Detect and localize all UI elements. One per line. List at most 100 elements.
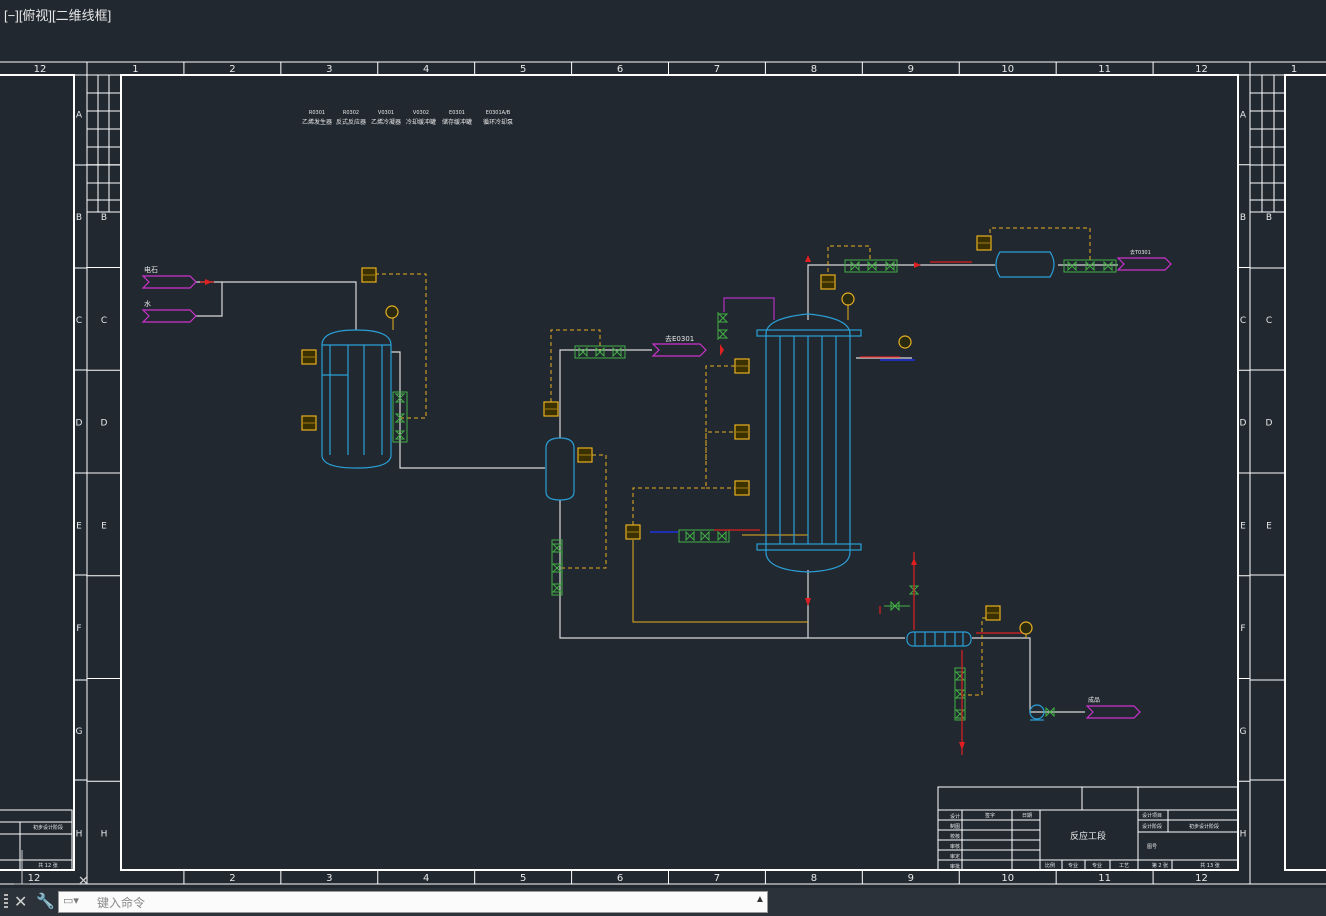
left-sheet-row-letter: C — [101, 316, 107, 326]
stream-label-product: 成品 — [1088, 696, 1100, 704]
column-number-bottom: 4 — [423, 873, 429, 884]
control-valve — [1067, 260, 1077, 272]
tb-col-head-date: 日期 — [1022, 813, 1032, 819]
equipment-tag: R0302 — [343, 110, 359, 116]
column-number-bottom: 8 — [811, 873, 817, 884]
tb-total-info: 共 13 张 — [1200, 862, 1220, 869]
row-letter-left: F — [76, 624, 81, 634]
row-letter-right: A — [1240, 110, 1247, 120]
column-number: 4 — [423, 64, 429, 75]
tb-drawing-no: 图号 — [1147, 844, 1157, 850]
column-number: 7 — [714, 64, 720, 75]
utility-lines-red — [200, 261, 1022, 755]
drum-v0302[interactable] — [995, 251, 1055, 278]
control-valve — [685, 530, 695, 542]
title-block-row-label: 审定 — [950, 853, 960, 860]
column-number-bottom: 7 — [714, 873, 720, 884]
control-valve — [954, 689, 966, 699]
title-block-row-label: 制图 — [950, 823, 960, 830]
column-t0301[interactable] — [756, 313, 862, 573]
tb-sheet-info: 第 2 张 — [1152, 862, 1168, 869]
column-number-bottom: 12 — [1195, 873, 1208, 884]
close-panel-icon[interactable]: ✕ — [78, 873, 89, 889]
signal-lines-solid — [369, 268, 1027, 638]
left-sheet-row-letter: H — [101, 830, 108, 840]
offpage-connectors — [141, 257, 1172, 719]
row-grid — [87, 164, 1250, 782]
grip-icon[interactable] — [4, 894, 8, 910]
equipment-name: 储存缓冲罐 — [442, 118, 472, 126]
wrench-icon[interactable]: 🔧 — [36, 892, 55, 910]
left-sheet-row-letter: B — [101, 213, 107, 223]
control-valve — [717, 530, 727, 542]
history-arrow-icon[interactable]: ▲ — [755, 894, 765, 905]
equipment-name: 乙烯发生器 — [302, 118, 332, 126]
equipment-name: 循环冷却泵 — [483, 118, 513, 126]
utility-lines-purple — [723, 297, 775, 320]
title-block-row-label: 审批 — [950, 863, 960, 870]
control-valve — [612, 346, 622, 358]
tb-bottom-cell: 比例 — [1045, 862, 1055, 869]
left-sheet-row-letter: D — [101, 419, 108, 429]
row-letter-left: H — [76, 830, 83, 840]
revision-table — [86, 74, 122, 213]
control-valve — [1103, 260, 1113, 272]
left-total-text: 共 12 张 — [38, 862, 58, 869]
column-number-bottom: 10 — [1001, 873, 1014, 884]
right-sheet-row-letter: B — [1266, 213, 1272, 223]
control-valve — [954, 671, 966, 681]
title-block-rows: 设计制图校核审核审定审批 — [950, 813, 960, 870]
left-sheet-frame — [0, 61, 88, 885]
equipment-name: 冷却缓冲罐 — [406, 118, 436, 126]
stream-label-feed1: 电石 — [144, 265, 158, 274]
tb-col-head-sign: 签字 — [985, 812, 995, 819]
row-letter-left: B — [76, 213, 82, 223]
control-valve — [850, 260, 860, 272]
column-number: 3 — [326, 64, 332, 75]
bypass-loops — [392, 259, 1117, 721]
equipment-name: 乙烯冷凝器 — [371, 118, 401, 126]
title-block-row-label: 设计 — [950, 813, 960, 820]
row-letter-left: G — [76, 727, 83, 737]
vessel-v0301[interactable] — [545, 437, 575, 501]
equipment-tag: R0301 — [309, 110, 325, 116]
row-letter-left: C — [76, 316, 82, 326]
control-valve — [867, 260, 877, 272]
row-letter-right: E — [1240, 521, 1246, 531]
tb-design-stage-value: 初步设计阶段 — [1189, 823, 1219, 830]
main-sheet-frame — [86, 61, 1251, 885]
drawing-canvas[interactable]: 12 12 初步设计阶段 共 12 张 1 A AB BB BC CC CD D… — [0, 0, 1326, 888]
tb-bottom-cell: 工艺 — [1119, 863, 1129, 869]
exchanger-e0301[interactable] — [906, 631, 972, 647]
reactor-r0301[interactable] — [321, 329, 392, 469]
instrument-gauge — [898, 335, 912, 349]
title-block-row-label: 校核 — [950, 833, 960, 840]
column-number-bottom: 5 — [520, 873, 526, 884]
equipment-tag: E0301 — [449, 110, 465, 116]
command-input[interactable] — [95, 893, 749, 913]
control-valve — [885, 260, 895, 272]
control-valve — [700, 530, 710, 542]
prompt-icon[interactable]: ▭▾ — [63, 894, 79, 907]
column-number-bottom: 6 — [617, 873, 623, 884]
row-letter-left: D — [76, 419, 83, 429]
row-letter-right: F — [1240, 624, 1245, 634]
equipment-tag: E0301A/B — [486, 110, 511, 116]
right-sheet-frame — [1249, 61, 1326, 885]
tb-bottom-cell: 专业 — [1068, 862, 1078, 869]
row-letter-right: C — [1240, 316, 1246, 326]
equipment-tag: V0302 — [413, 110, 429, 116]
column-number-bottom: 11 — [1098, 873, 1111, 884]
equipment-name: 反式反应器 — [336, 118, 366, 126]
control-valve — [717, 329, 729, 339]
column-number: 8 — [811, 64, 817, 75]
row-letter-right: D — [1240, 419, 1247, 429]
title-block-row-label: 审核 — [950, 843, 960, 850]
stream-label-to-e0301: 去E0301 — [665, 334, 694, 343]
close-icon[interactable]: ✕ — [14, 892, 27, 912]
control-valves — [394, 260, 1113, 719]
row-letters: A A B B B B C C C C D D D D E E E E F F G G H H H — [76, 110, 1273, 839]
right-sheet-row-letter: C — [1266, 316, 1272, 326]
right-sheet-col-number: 1 — [1291, 64, 1297, 75]
column-number-bottom: 2 — [229, 873, 235, 884]
